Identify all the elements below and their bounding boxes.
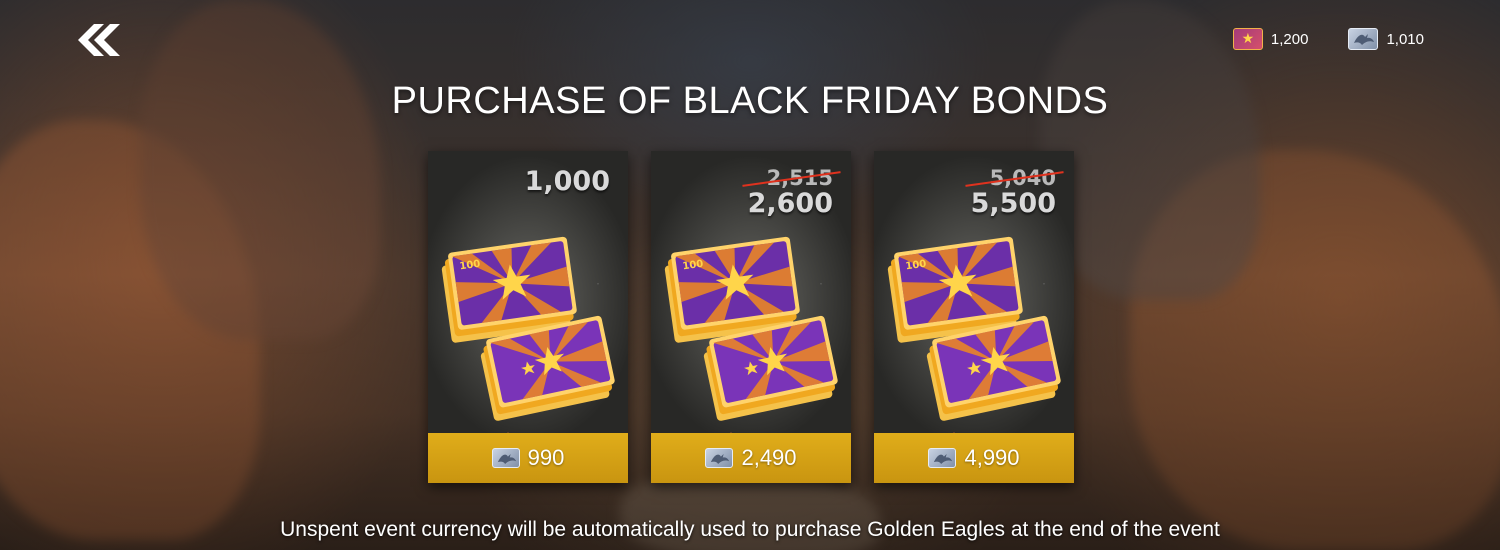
price-label: 4,990 — [964, 445, 1020, 470]
bonds-stack-icon: 100 — [441, 236, 615, 421]
offer-amount: 2,600 — [747, 188, 833, 219]
back-button[interactable] — [72, 22, 122, 58]
bond-balance: 1,200 — [1232, 28, 1309, 50]
golden-eagle-icon — [491, 448, 520, 468]
offer-old-amount: 5,040 — [971, 167, 1056, 189]
offer-amount: 5,500 — [970, 188, 1056, 219]
double-chevron-left-icon — [78, 24, 120, 56]
footer-note: Unspent event currency will be automatic… — [280, 518, 1220, 541]
offer-card[interactable]: 2,515 2,600 100 2,490 — [651, 151, 851, 483]
bond-icon — [1232, 28, 1263, 50]
offer-card[interactable]: 5,040 5,500 100 4,990 — [874, 151, 1074, 483]
golden-eagle-icon — [705, 448, 734, 468]
price-label: 2,490 — [741, 445, 797, 470]
bonds-stack-icon: 100 — [887, 236, 1061, 421]
offer-amount-block: 2,515 2,600 — [748, 167, 833, 219]
currency-bar: 1,200 1,010 — [1232, 28, 1424, 50]
buy-button[interactable]: 990 — [428, 433, 628, 483]
golden-eagle-balance-value: 1,010 — [1386, 30, 1424, 48]
buy-button[interactable]: 2,490 — [651, 433, 851, 483]
buy-button[interactable]: 4,990 — [874, 433, 1074, 483]
golden-eagle-icon — [1348, 28, 1379, 50]
bond-balance-value: 1,200 — [1270, 30, 1309, 48]
offer-card[interactable]: 1,000 100 990 — [428, 151, 628, 483]
offer-amount: 1,000 — [524, 166, 610, 197]
offer-amount-block: 1,000 — [525, 167, 610, 197]
golden-eagle-balance: 1,010 — [1348, 28, 1424, 50]
golden-eagle-icon — [928, 448, 957, 468]
offer-list: 1,000 100 990 2,515 2,600 100 2,490 5,04… — [428, 151, 1074, 483]
price-label: 990 — [527, 445, 565, 470]
page-title: PURCHASE OF BLACK FRIDAY BONDS — [391, 80, 1109, 122]
offer-old-amount: 2,515 — [748, 167, 833, 189]
bonds-stack-icon: 100 — [664, 236, 838, 421]
offer-amount-block: 5,040 5,500 — [971, 167, 1056, 219]
